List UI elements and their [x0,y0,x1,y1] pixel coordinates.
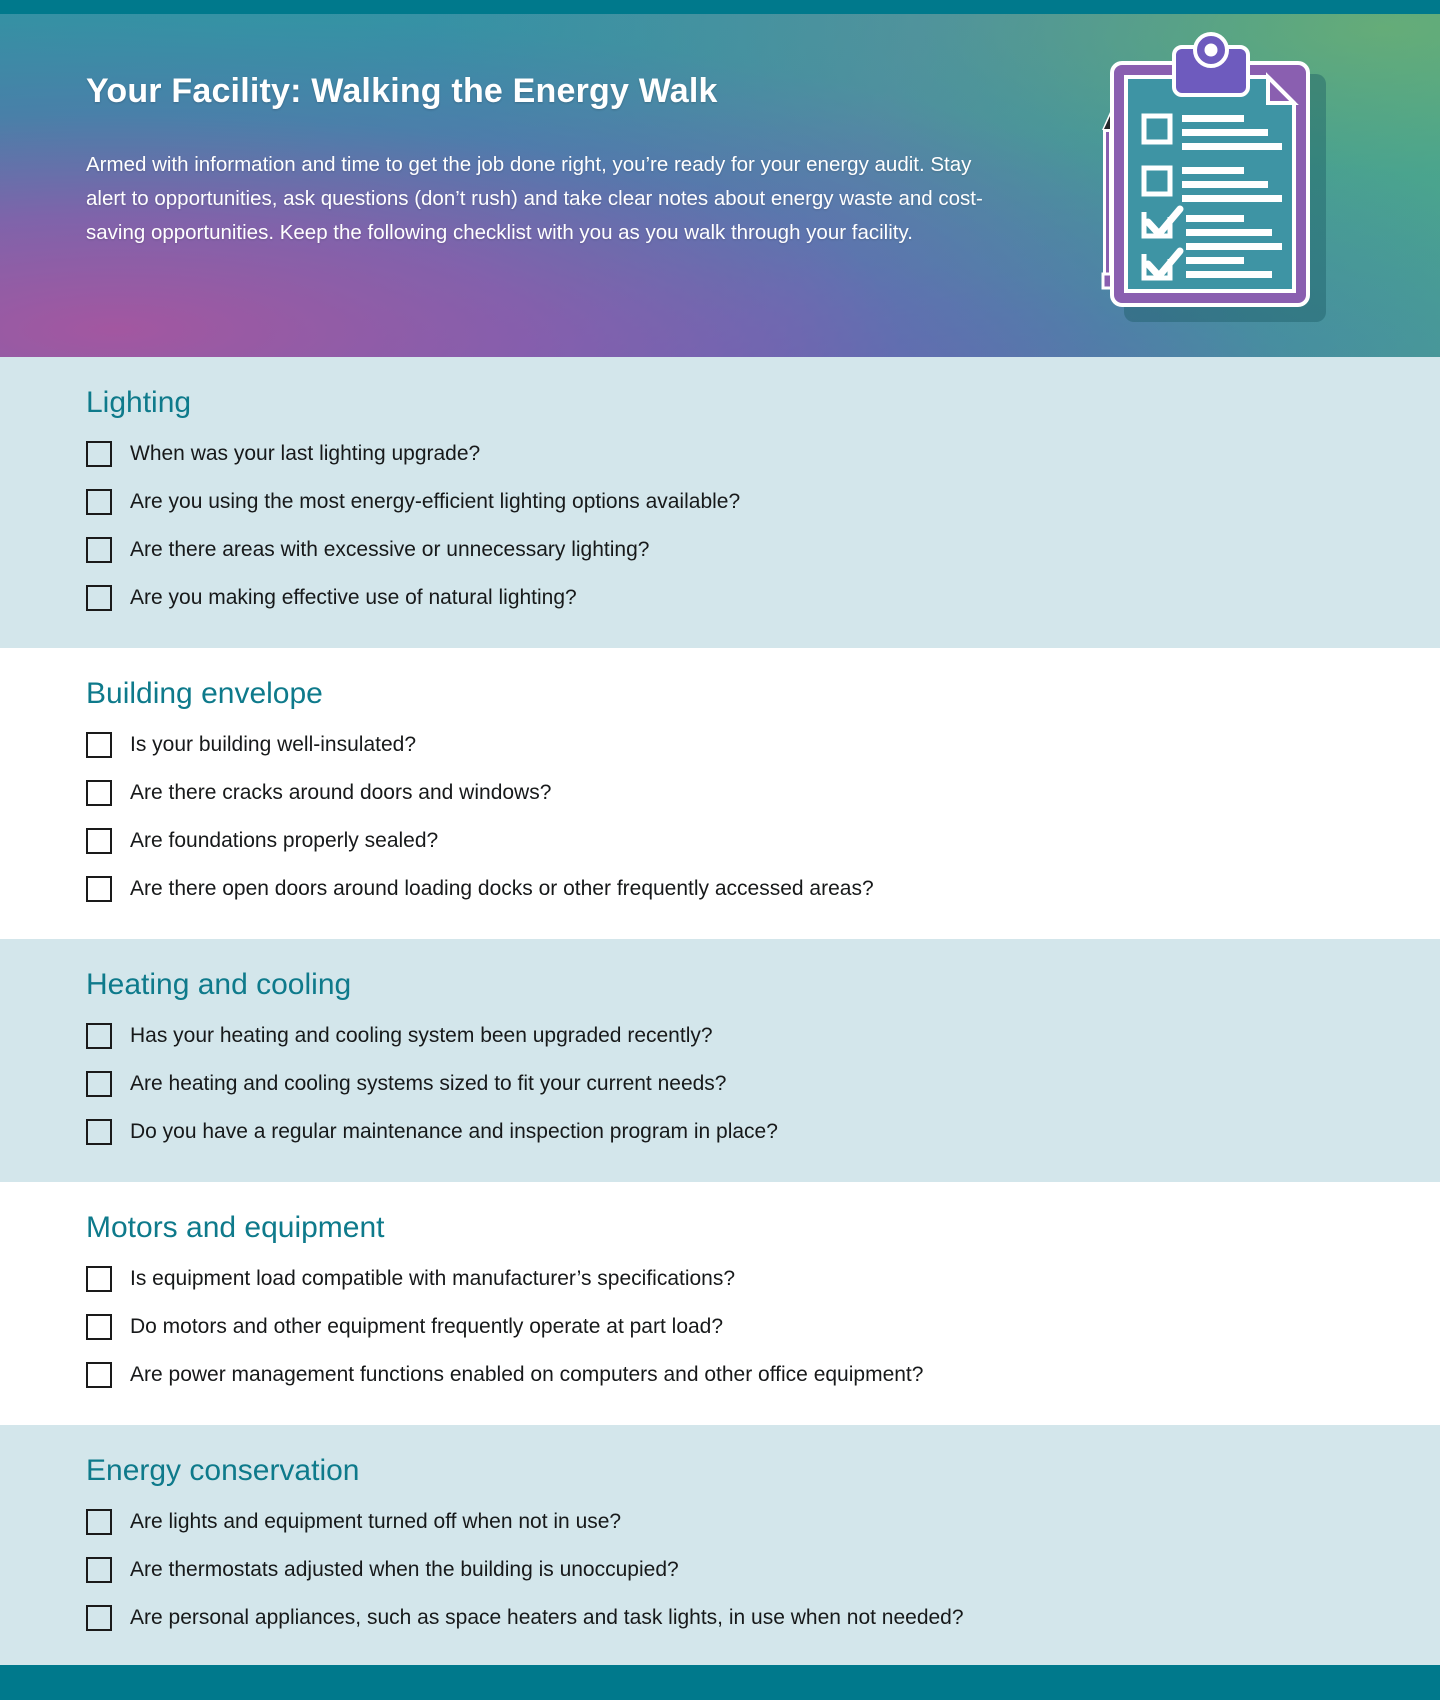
checklist-item-label: Are personal appliances, such as space h… [130,1606,964,1629]
checkbox-unchecked-icon[interactable] [86,585,112,611]
checklist-item[interactable]: Are there cracks around doors and window… [86,776,1440,817]
checklist-items-building-envelope: Is your building well-insulated? Are ther… [0,728,1440,913]
checklist-item[interactable]: Are lights and equipment turned off when… [86,1505,1440,1546]
checklist-item[interactable]: Are power management functions enabled o… [86,1358,1440,1399]
checklist-item-label: Are you making effective use of natural … [130,586,577,609]
checkbox-unchecked-icon[interactable] [86,1605,112,1631]
section-heating-and-cooling: Heating and cooling Has your heating and … [0,939,1440,1182]
checklist-item[interactable]: Are there areas with excessive or unnece… [86,533,1440,574]
checkbox-unchecked-icon[interactable] [86,1509,112,1535]
checklist-item-label: Are lights and equipment turned off when… [130,1510,622,1533]
checklist-items-heating-and-cooling: Has your heating and cooling system been… [0,1019,1440,1156]
checkbox-unchecked-icon[interactable] [86,441,112,467]
checklist-item[interactable]: Do motors and other equipment frequently… [86,1310,1440,1351]
checklist-item[interactable]: Are you using the most energy-efficient … [86,485,1440,526]
checklist-item-label: Has your heating and cooling system been… [130,1024,713,1047]
checklist-item-label: Is equipment load compatible with manufa… [130,1267,736,1290]
clipboard-with-pencil-icon [1086,28,1336,328]
section-title-motors-and-equipment: Motors and equipment [86,1211,385,1244]
checklist-item[interactable]: When was your last lighting upgrade? [86,437,1440,478]
section-lighting: Lighting When was your last lighting upgr… [0,357,1440,648]
checkbox-unchecked-icon[interactable] [86,489,112,515]
checkbox-unchecked-icon[interactable] [86,780,112,806]
checkbox-unchecked-icon[interactable] [86,1119,112,1145]
checklist-item[interactable]: Are heating and cooling systems sized to… [86,1067,1440,1108]
checklist-item-label: Is your building well-insulated? [130,733,416,756]
checklist-item-label: Do motors and other equipment frequently… [130,1315,724,1338]
checklist-item[interactable]: Are you making effective use of natural … [86,581,1440,622]
checklist-items-energy-conservation: Are lights and equipment turned off when… [0,1505,1440,1642]
checklist-item[interactable]: Are personal appliances, such as space h… [86,1601,1440,1642]
bottom-accent-bar [0,1665,1440,1700]
checkbox-unchecked-icon[interactable] [86,1362,112,1388]
page-title: Your Facility: Walking the Energy Walk [86,72,718,110]
checklist-item-label: Are heating and cooling systems sized to… [130,1072,727,1095]
section-title-energy-conservation: Energy conservation [86,1454,360,1487]
checklist-item-label: Do you have a regular maintenance and in… [130,1120,778,1143]
checklist-items-lighting: When was your last lighting upgrade? Are … [0,437,1440,622]
checklist-item-label: Are there areas with excessive or unnece… [130,538,650,561]
checklist-item-label: Are there cracks around doors and window… [130,781,552,804]
section-title-building-envelope: Building envelope [86,677,323,710]
section-building-envelope: Building envelope Is your building well-i… [0,648,1440,939]
checkbox-unchecked-icon[interactable] [86,732,112,758]
checkbox-unchecked-icon[interactable] [86,1557,112,1583]
checkbox-unchecked-icon[interactable] [86,1071,112,1097]
section-energy-conservation: Energy conservation Are lights and equipm… [0,1425,1440,1668]
checklist-item[interactable]: Do you have a regular maintenance and in… [86,1115,1440,1156]
checklist-page: Your Facility: Walking the Energy Walk A… [0,0,1440,1700]
page-header: Your Facility: Walking the Energy Walk A… [0,14,1440,357]
header-intro-text: Armed with information and time to get t… [86,153,983,244]
checkbox-unchecked-icon[interactable] [86,828,112,854]
checkbox-unchecked-icon[interactable] [86,1023,112,1049]
checklist-item-label: When was your last lighting upgrade? [130,442,481,465]
checkbox-unchecked-icon[interactable] [86,876,112,902]
checklist-item[interactable]: Has your heating and cooling system been… [86,1019,1440,1060]
checklist-item[interactable]: Are thermostats adjusted when the buildi… [86,1553,1440,1594]
checklist-item-label: Are foundations properly sealed? [130,829,439,852]
checklist-items-motors-and-equipment: Is equipment load compatible with manufa… [0,1262,1440,1399]
checklist-item-label: Are you using the most energy-efficient … [130,490,741,513]
checklist-item[interactable]: Is equipment load compatible with manufa… [86,1262,1440,1303]
checklist-sections: Lighting When was your last lighting upgr… [0,357,1440,1668]
checklist-item[interactable]: Are there open doors around loading dock… [86,872,1440,913]
top-accent-bar [0,0,1440,14]
checkbox-unchecked-icon[interactable] [86,1314,112,1340]
checklist-item[interactable]: Are foundations properly sealed? [86,824,1440,865]
section-title-heating-and-cooling: Heating and cooling [86,968,352,1001]
checklist-item-label: Are there open doors around loading dock… [130,877,874,900]
checkbox-unchecked-icon[interactable] [86,1266,112,1292]
section-motors-and-equipment: Motors and equipment Is equipment load co… [0,1182,1440,1425]
checkbox-unchecked-icon[interactable] [86,537,112,563]
checklist-item-label: Are thermostats adjusted when the buildi… [130,1558,679,1581]
checklist-item[interactable]: Is your building well-insulated? [86,728,1440,769]
checklist-item-label: Are power management functions enabled o… [130,1363,924,1386]
section-title-lighting: Lighting [86,386,192,419]
